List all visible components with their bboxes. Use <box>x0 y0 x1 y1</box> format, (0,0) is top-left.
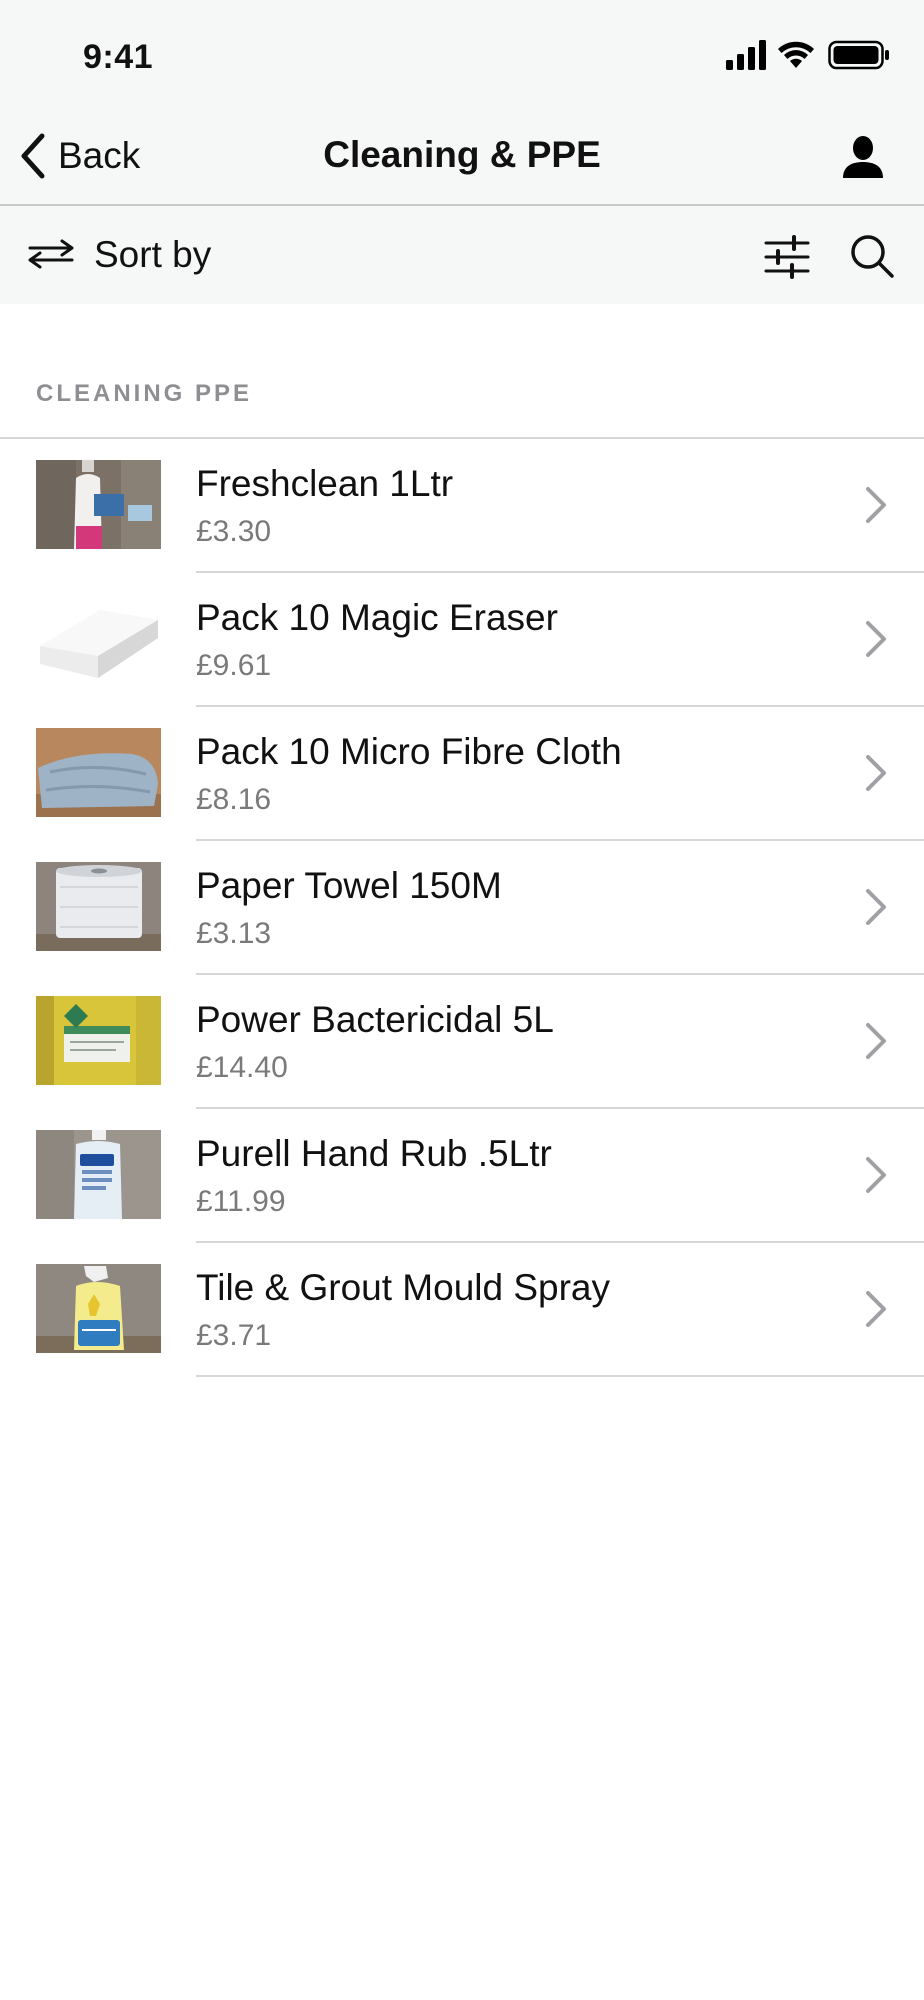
product-row[interactable]: Freshclean 1Ltr £3.30 <box>0 439 924 573</box>
product-thumbnail <box>36 594 161 683</box>
navigation-bar: Back Cleaning & PPE <box>0 110 924 206</box>
profile-button[interactable] <box>840 134 886 180</box>
product-price: £9.61 <box>196 649 272 682</box>
sliders-icon <box>764 235 810 279</box>
back-button[interactable]: Back <box>18 130 140 182</box>
product-price: £11.99 <box>196 1185 286 1218</box>
product-row[interactable]: Power Bactericidal 5L £14.40 <box>0 975 924 1109</box>
sort-button[interactable]: Sort by <box>26 230 211 280</box>
product-name: Tile & Grout Mould Spray <box>196 1267 611 1308</box>
wifi-icon <box>778 41 814 68</box>
search-button[interactable] <box>848 232 896 280</box>
row-divider <box>196 1375 924 1377</box>
product-row[interactable]: Pack 10 Micro Fibre Cloth £8.16 <box>0 707 924 841</box>
product-price: £3.71 <box>196 1319 272 1352</box>
chevron-right-icon <box>866 621 886 657</box>
product-row[interactable]: Tile & Grout Mould Spray £3.71 <box>0 1243 924 1377</box>
chevron-right-icon <box>866 755 886 791</box>
search-icon <box>851 235 894 278</box>
product-name: Freshclean 1Ltr <box>196 463 454 504</box>
product-price: £14.40 <box>196 1051 288 1084</box>
status-bar: 9:41 <box>0 0 924 110</box>
chevron-right-icon <box>866 1023 886 1059</box>
chevron-left-icon <box>21 133 45 179</box>
product-thumbnail <box>36 1264 161 1353</box>
cellular-signal-icon <box>726 40 766 70</box>
status-time: 9:41 <box>83 38 154 76</box>
product-row[interactable]: Purell Hand Rub .5Ltr £11.99 <box>0 1109 924 1243</box>
product-list: Freshclean 1Ltr £3.30 Pack 10 Magic Eras… <box>0 439 924 1377</box>
product-row[interactable]: Pack 10 Magic Eraser £9.61 <box>0 573 924 707</box>
product-thumbnail <box>36 1130 161 1219</box>
product-thumbnail <box>36 862 161 951</box>
product-thumbnail <box>36 996 161 1085</box>
swap-arrows-icon <box>28 239 74 269</box>
product-name: Paper Towel 150M <box>196 865 502 906</box>
product-name: Pack 10 Magic Eraser <box>196 597 558 638</box>
product-name: Pack 10 Micro Fibre Cloth <box>196 731 622 772</box>
product-row[interactable]: Paper Towel 150M £3.13 <box>0 841 924 975</box>
toolbar: Sort by <box>0 206 924 304</box>
product-price: £3.30 <box>196 515 272 548</box>
chevron-right-icon <box>866 1291 886 1327</box>
chevron-right-icon <box>866 889 886 925</box>
product-thumbnail <box>36 728 161 817</box>
product-price: £8.16 <box>196 783 272 816</box>
chevron-right-icon <box>866 487 886 523</box>
section-header: CLEANING PPE <box>36 380 253 407</box>
product-name: Power Bactericidal 5L <box>196 999 554 1040</box>
sort-label: Sort by <box>94 234 212 275</box>
back-label: Back <box>58 135 141 176</box>
product-price: £3.13 <box>196 917 272 950</box>
product-name: Purell Hand Rub .5Ltr <box>196 1133 552 1174</box>
product-list-screen: 9:41 Back Cleaning & PPE Sort by CLEANIN… <box>0 0 924 2000</box>
battery-icon <box>828 40 889 70</box>
chevron-right-icon <box>866 1157 886 1193</box>
person-icon <box>843 136 883 178</box>
filter-button[interactable] <box>762 234 812 280</box>
product-thumbnail <box>36 460 161 549</box>
